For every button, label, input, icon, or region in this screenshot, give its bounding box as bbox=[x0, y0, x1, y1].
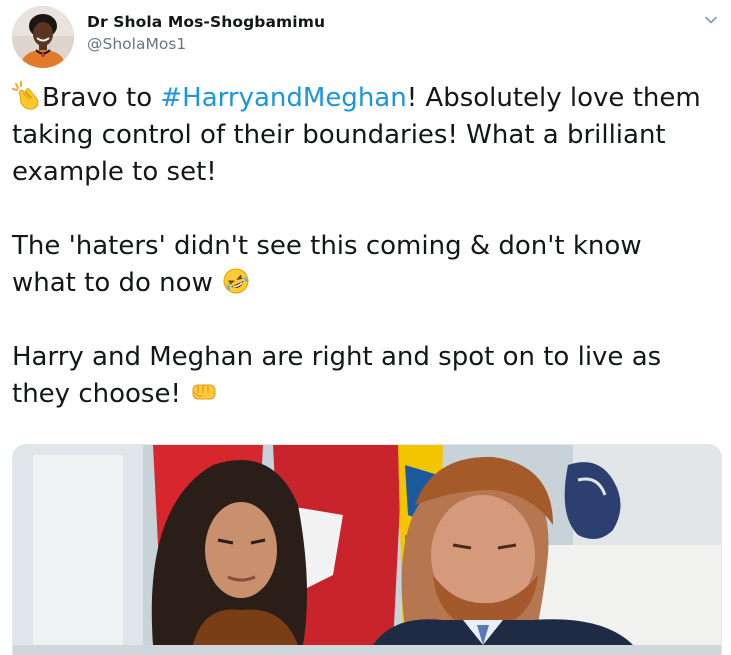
hashtag-link[interactable]: #HarryandMeghan bbox=[160, 83, 406, 113]
tweet-photo[interactable] bbox=[12, 444, 722, 655]
chevron-down-icon[interactable] bbox=[703, 12, 719, 28]
tweet-paragraph-1: Bravo to #HarryandMeghan! Absolutely lov… bbox=[12, 80, 712, 191]
author-display-name[interactable]: Dr Shola Mos-Shogbamimu bbox=[87, 12, 325, 32]
oncoming-fist-emoji-icon bbox=[189, 377, 219, 407]
rolling-laughing-emoji-icon bbox=[221, 266, 251, 296]
tweet-paragraph-3: Harry and Meghan are right and spot on t… bbox=[12, 339, 712, 413]
clapping-hands-emoji-icon bbox=[12, 81, 42, 111]
photo-image bbox=[13, 445, 721, 645]
tweet-text-part: Bravo to bbox=[42, 83, 161, 113]
tweet-text: Bravo to #HarryandMeghan! Absolutely lov… bbox=[12, 80, 712, 413]
avatar-image bbox=[12, 6, 74, 68]
tweet-paragraph-2: The 'haters' didn't see this coming & do… bbox=[12, 228, 712, 302]
author-handle[interactable]: @SholaMos1 bbox=[87, 34, 325, 54]
tweet-text-part: The 'haters' didn't see this coming & do… bbox=[12, 231, 642, 298]
author-info: Dr Shola Mos-Shogbamimu @SholaMos1 bbox=[87, 12, 325, 54]
tweet: Dr Shola Mos-Shogbamimu @SholaMos1 Bravo… bbox=[0, 0, 731, 655]
tweet-text-part: Harry and Meghan are right and spot on t… bbox=[12, 342, 662, 409]
avatar[interactable] bbox=[12, 6, 74, 68]
